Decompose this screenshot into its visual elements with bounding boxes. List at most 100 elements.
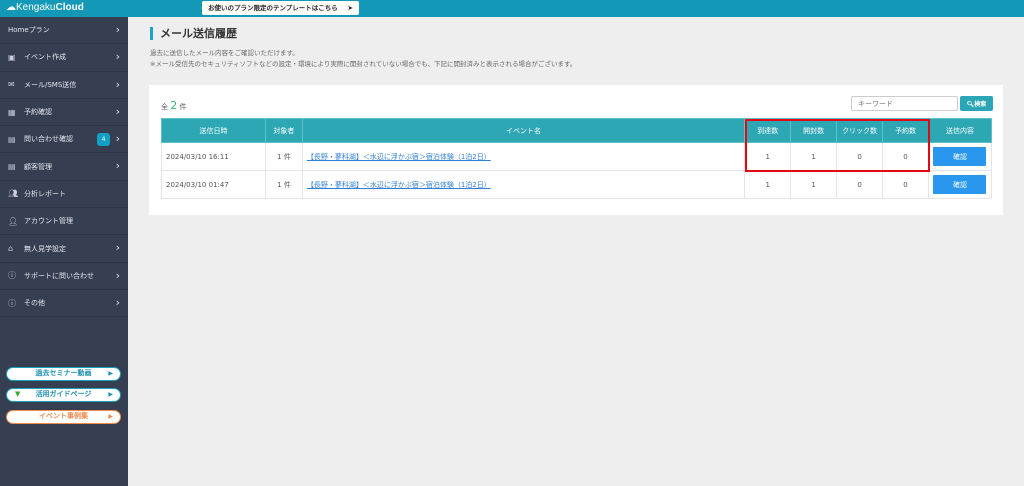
sidebar-item-label: 分析レポート xyxy=(24,189,66,198)
image-icon: ▣ xyxy=(8,52,16,62)
sidebar-item[interactable]: ▦ 予約確認 › xyxy=(0,99,128,127)
sidebar-item-label: Homeプラン xyxy=(8,26,50,35)
info-icon: ⓘ xyxy=(8,298,16,308)
sidebar-item[interactable]: ⓘ その他 › xyxy=(0,290,128,318)
history-table: 送信日時 対象者 イベント名 到達数 開封数 クリック数 予約数 送信内容 2024/03/1… xyxy=(161,118,993,199)
count-value: 2 xyxy=(170,99,178,112)
event-link[interactable]: 【長野・蓼科湖】＜水辺に浮かぶ宿＞宿泊体験（1泊2日） xyxy=(307,153,491,161)
logo-text: Kengaku xyxy=(16,2,56,13)
reservation-count: 0 xyxy=(882,142,929,171)
column-header: 送信日時 xyxy=(161,118,266,143)
count-suffix: 件 xyxy=(179,103,187,111)
confirm-button[interactable]: 確認 xyxy=(933,147,987,166)
sidebar-item[interactable]: ⌂ 無人見学設定 › xyxy=(0,235,128,263)
sidebar-item-label: 問い合わせ確認 xyxy=(24,135,73,144)
chevron-right-icon: › xyxy=(115,50,120,64)
guide-page-button[interactable]: ▼ 活用ガイドページ ▶ xyxy=(6,388,121,402)
column-header: 対象者 xyxy=(264,118,303,143)
page-description: 過去に送信したメール内容をご確認いただけます。 xyxy=(150,49,299,57)
column-header: 開封数 xyxy=(790,118,838,143)
sent-date: 2024/03/10 01:47 xyxy=(161,170,266,199)
sidebar-item-label: アカウント管理 xyxy=(24,217,73,226)
count-prefix: 全 xyxy=(161,103,168,111)
table-row: 2024/03/10 01:47 1 件 【長野・蓼科湖】＜水辺に浮かぶ宿＞宿泊… xyxy=(161,170,993,199)
event-link[interactable]: 【長野・蓼科湖】＜水辺に浮かぶ宿＞宿泊体験（1泊2日） xyxy=(307,181,491,189)
beginner-leaf-icon: ▼ xyxy=(15,390,21,398)
event-name-cell: 【長野・蓼科湖】＜水辺に浮かぶ宿＞宿泊体験（1泊2日） xyxy=(301,142,746,171)
play-icon: ▶ xyxy=(108,370,113,377)
chevron-right-icon: › xyxy=(115,132,120,146)
chevron-right-icon: › xyxy=(115,268,120,282)
info-icon: ⓘ xyxy=(8,271,16,281)
id-card-icon: ▤ xyxy=(8,162,16,172)
reached-count: 1 xyxy=(744,170,792,199)
sent-date: 2024/03/10 16:11 xyxy=(161,142,266,171)
event-examples-label: イベント事例集 xyxy=(39,412,88,420)
event-examples-button[interactable]: イベント事例集 ▶ xyxy=(6,410,121,424)
seminar-video-label: 過去セミナー動画 xyxy=(35,369,92,377)
chevron-right-icon: › xyxy=(115,23,120,36)
sidebar-item-label: 顧客管理 xyxy=(24,162,52,171)
users-icon: 👥︎ xyxy=(8,189,19,199)
reservation-count: 0 xyxy=(882,170,929,199)
action-cell: 確認 xyxy=(927,170,993,199)
chevron-right-icon: › xyxy=(115,159,120,173)
click-count: 0 xyxy=(836,142,884,171)
logo-text-bold: Cloud xyxy=(55,2,84,13)
sidebar-item-label: イベント作成 xyxy=(24,53,66,62)
target-count: 1 件 xyxy=(264,170,303,199)
column-header: イベント名 xyxy=(301,118,746,143)
sidebar-item-label: 予約確認 xyxy=(24,108,52,117)
table-row: 2024/03/10 16:11 1 件 【長野・蓼科湖】＜水辺に浮かぶ宿＞宿泊… xyxy=(161,142,993,171)
search-button[interactable]: 🔍︎検索 xyxy=(960,96,993,111)
chevron-right-icon: › xyxy=(115,104,120,118)
history-panel: 全 2 件 🔍︎検索 送信日時対象者イベント名到達数開封数クリック数予約数送信内… xyxy=(149,85,1003,215)
chevron-right-icon: › xyxy=(115,77,120,91)
top-bar: ☁KengakuCloud お使いのプラン限定のテンプレートはこちら ➤ xyxy=(0,0,1024,17)
sidebar-item[interactable]: 👤︎ アカウント管理 xyxy=(0,208,128,236)
play-icon: ▶ xyxy=(108,391,113,398)
seminar-video-button[interactable]: 過去セミナー動画 ▶ xyxy=(6,367,121,381)
guide-page-label: 活用ガイドページ xyxy=(35,390,92,398)
calendar-icon: ▦ xyxy=(8,107,16,117)
keyword-input[interactable] xyxy=(851,96,958,111)
notification-badge: 4 xyxy=(97,133,110,147)
sidebar-item-label: メール/SMS送信 xyxy=(24,80,77,89)
pointer-icon: ➤ xyxy=(347,4,353,12)
home-icon: ⌂ xyxy=(8,244,14,254)
sidebar-item[interactable]: ⓘ サポートに問い合わせ › xyxy=(0,263,128,290)
action-cell: 確認 xyxy=(927,142,993,171)
sidebar-item[interactable]: Homeプラン › xyxy=(0,17,128,45)
confirm-button[interactable]: 確認 xyxy=(933,175,987,194)
user-icon: 👤︎ xyxy=(8,216,19,226)
play-icon: ▶ xyxy=(108,413,113,420)
template-link-label: お使いのプラン限定のテンプレートはこちら xyxy=(208,4,338,12)
logo[interactable]: ☁KengakuCloud xyxy=(6,2,84,13)
chevron-right-icon: › xyxy=(115,241,120,255)
column-header: 予約数 xyxy=(882,118,929,143)
page-note: ※メール受信先のセキュリティソフトなどの設定・環境により実際に開封されていない場… xyxy=(150,60,577,68)
id-card-icon: ▤ xyxy=(8,134,16,144)
click-count: 0 xyxy=(836,170,884,199)
event-name-cell: 【長野・蓼科湖】＜水辺に浮かぶ宿＞宿泊体験（1泊2日） xyxy=(301,170,746,199)
sidebar-item-label: サポートに問い合わせ xyxy=(24,271,94,280)
sidebar-item-label: 無人見学設定 xyxy=(24,244,66,253)
sidebar-item[interactable]: ✉ メール/SMS送信 › xyxy=(0,72,128,99)
sidebar-item-label: その他 xyxy=(24,299,45,308)
sidebar-item[interactable]: 👥︎ 分析レポート xyxy=(0,181,128,209)
chevron-right-icon: › xyxy=(115,295,120,309)
result-count: 全 2 件 xyxy=(161,99,186,112)
column-header: 送信内容 xyxy=(927,118,993,143)
sidebar-item[interactable]: ▣ イベント作成 › xyxy=(0,44,128,72)
opened-count: 1 xyxy=(790,142,838,171)
template-link-button[interactable]: お使いのプラン限定のテンプレートはこちら ➤ xyxy=(202,1,359,15)
mail-icon: ✉ xyxy=(8,80,15,90)
search-label: 検索 xyxy=(974,102,987,108)
sidebar: Homeプラン › ▣ イベント作成 › ✉ メール/SMS送信 › ▦ 予約確認 › ▤ 問い合わせ確… xyxy=(0,17,128,486)
reached-count: 1 xyxy=(744,142,792,171)
column-header: 到達数 xyxy=(744,118,792,143)
target-count: 1 件 xyxy=(264,142,303,171)
sidebar-item[interactable]: ▤ 問い合わせ確認 4 › xyxy=(0,126,128,154)
opened-count: 1 xyxy=(790,170,838,199)
sidebar-item[interactable]: ▤ 顧客管理 › xyxy=(0,153,128,181)
